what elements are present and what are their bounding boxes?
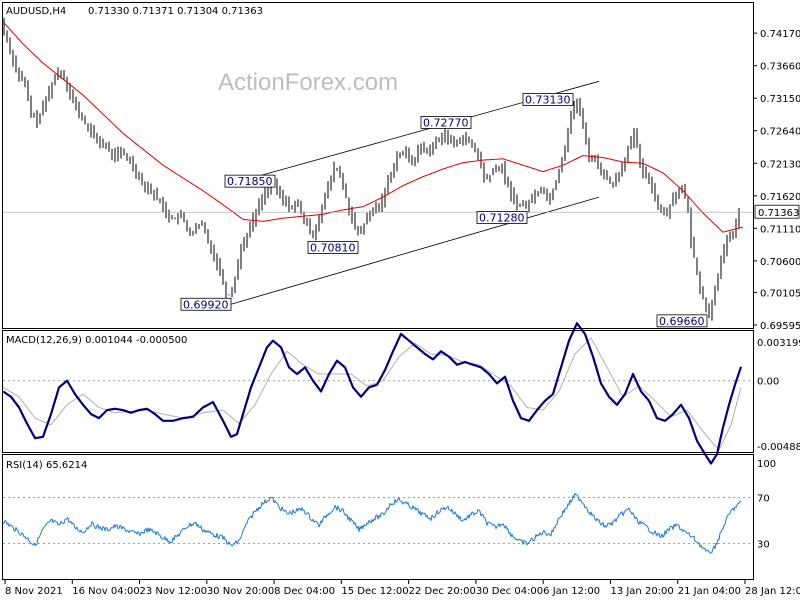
price-panel-frame [2, 2, 754, 329]
macd-tick-label: -0.004887 [757, 442, 800, 453]
price-label-text: 0.71850 [227, 175, 273, 188]
price-label-0.72770: 0.72770 [420, 116, 472, 129]
x-tick-label: 21 Jan 04:00 [678, 586, 741, 597]
rsi-tick-label: 30 [757, 540, 770, 551]
rsi-layer [2, 492, 753, 554]
rsi-title: RSI(14) 65.6214 [6, 460, 87, 471]
macd-tick-label: 0.00 [757, 377, 779, 388]
channel-lower-line [230, 196, 600, 305]
price-layer: 0.71850 0.72770 0.73130 0.70810 0.71280 0.699… [2, 17, 753, 328]
price-tick-label: 0.74170 [760, 29, 800, 40]
price-label-text: 0.69660 [659, 315, 705, 328]
price-tick-label: 0.73150 [760, 94, 800, 105]
rsi-line [2, 492, 742, 554]
x-tick-label: 8 Nov 2021 [5, 586, 63, 597]
chart-ohlc: 0.71330 0.71371 0.71304 0.71363 [88, 6, 263, 17]
x-tick-label: 6 Jan 12:00 [543, 586, 600, 597]
price-label-0.69660: 0.69660 [656, 314, 708, 328]
chart-window: 0.71850 0.72770 0.73130 0.70810 0.71280 0.699… [0, 0, 800, 600]
x-tick-label: 30 Nov 20:00 [207, 586, 274, 597]
price-tick-label: 0.71620 [760, 192, 800, 203]
axis-layer: 0.74170 0.73660 0.73150 0.72640 0.72130 0.716… [4, 29, 800, 597]
x-tick-label: 13 Jan 20:00 [610, 586, 673, 597]
rsi-tick-label: 100 [757, 459, 776, 470]
price-label-0.69920: 0.69920 [180, 297, 232, 311]
macd-tick-label: 0.003199 [757, 338, 800, 349]
price-tick-label: 0.70600 [760, 257, 800, 268]
price-label-text: 0.69920 [183, 298, 229, 311]
current-price-tag: 0.71363 [754, 204, 800, 219]
price-label-text: 0.71280 [479, 212, 525, 225]
macd-title: MACD(12,26,9) 0.001044 -0.000500 [6, 335, 187, 346]
price-label-text: 0.70810 [310, 241, 356, 254]
x-tick-label: 23 Nov 12:00 [140, 586, 207, 597]
x-tick-label: 22 Dec 20:00 [409, 586, 476, 597]
current-price-text: 0.71363 [758, 208, 799, 219]
chart-symbol: AUDUSD,H4 [6, 6, 66, 17]
macd-signal-line [2, 337, 742, 451]
price-tick-label: 0.73660 [760, 62, 800, 73]
x-tick-label: 30 Dec 04:00 [476, 586, 543, 597]
price-tick-label: 0.70105 [760, 288, 800, 299]
watermark: ActionForex.com [218, 69, 398, 96]
x-tick-label: 16 Nov 04:00 [72, 586, 139, 597]
moving-average-line [2, 21, 744, 233]
price-label-0.73130: 0.73130 [522, 93, 574, 106]
x-tick-label: 28 Jan 12:00 [745, 586, 800, 597]
x-tick-label: 15 Dec 12:00 [341, 586, 408, 597]
price-tick-label: 0.69595 [760, 321, 800, 332]
chart-canvas: 0.71850 0.72770 0.73130 0.70810 0.71280 0.699… [2, 2, 800, 597]
price-tick-label: 0.71110 [760, 224, 800, 235]
price-label-text: 0.73130 [525, 93, 571, 106]
rsi-tick-label: 70 [757, 494, 770, 505]
price-label-0.70810: 0.70810 [307, 241, 359, 254]
price-tick-label: 0.72640 [760, 127, 800, 138]
price-tick-label: 0.72130 [760, 159, 800, 170]
price-label-0.71850: 0.71850 [224, 174, 276, 188]
x-tick-label: 8 Dec 04:00 [274, 586, 335, 597]
price-label-text: 0.72770 [423, 116, 469, 129]
price-label-0.71280: 0.71280 [476, 211, 528, 225]
